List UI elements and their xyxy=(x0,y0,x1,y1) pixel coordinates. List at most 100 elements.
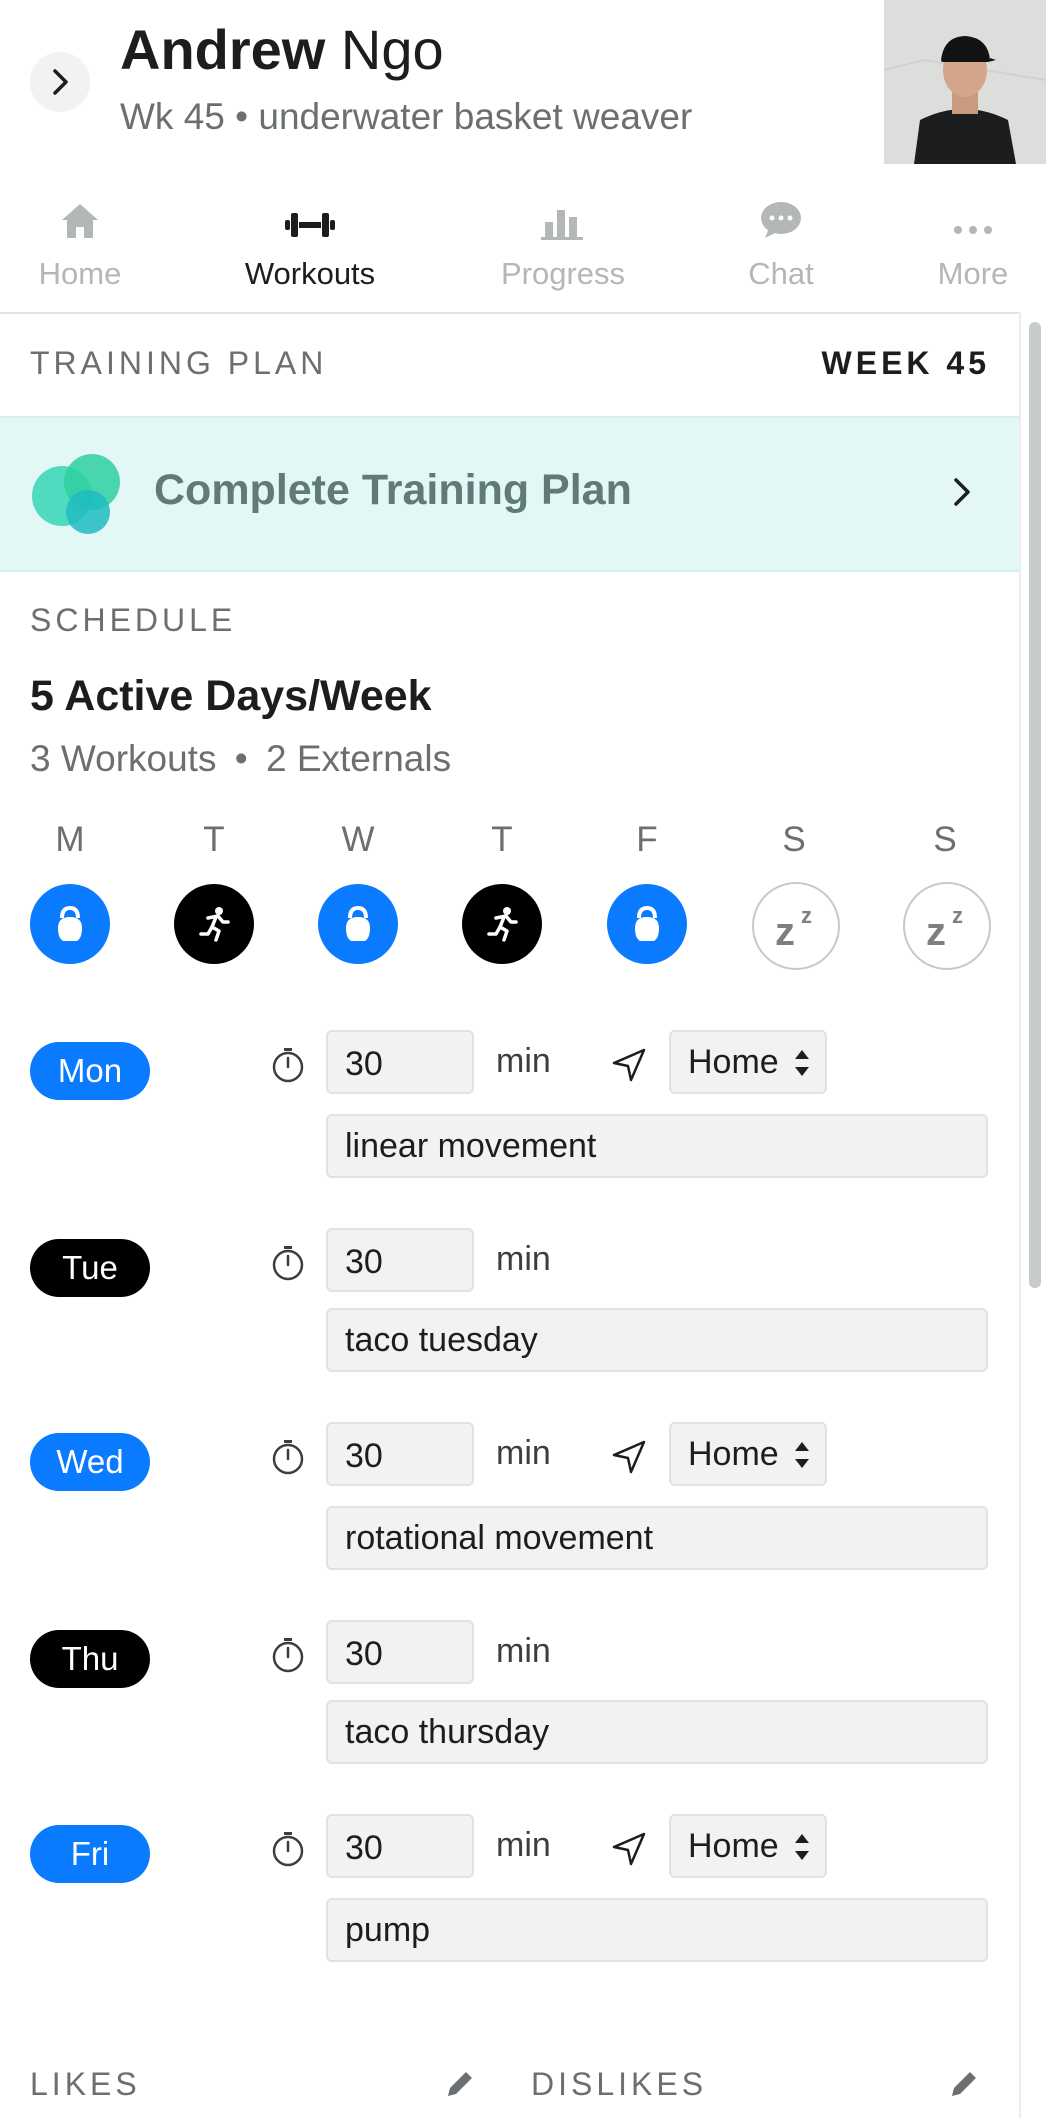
duration-input-fri[interactable]: 30 xyxy=(326,1814,474,1878)
chat-bubble-icon xyxy=(761,202,801,238)
select-arrows-icon xyxy=(795,1050,809,1076)
likes-heading: LIKES xyxy=(30,2066,141,2102)
tab-more[interactable]: More xyxy=(893,170,1046,312)
plan-banner-title: Complete Training Plan xyxy=(154,466,632,514)
day-letter-wed: W xyxy=(341,820,375,859)
workout-name-input-tue[interactable]: taco tuesday xyxy=(326,1308,988,1372)
duration-input-mon[interactable]: 30 xyxy=(326,1030,474,1094)
day-toggle-sat[interactable]: zz xyxy=(752,882,840,970)
externals-count: 2 Externals xyxy=(265,738,452,779)
stopwatch-icon xyxy=(272,1048,304,1083)
day-pill-fri[interactable]: Fri xyxy=(30,1825,150,1883)
schedule-summary: 3 Workouts • 2 Externals xyxy=(30,738,451,780)
stopwatch-icon xyxy=(272,1832,304,1867)
location-select-mon[interactable]: Home xyxy=(669,1030,827,1094)
duration-input-thu[interactable]: 30 xyxy=(326,1620,474,1684)
tab-workouts[interactable]: Workouts xyxy=(230,170,390,312)
stopwatch-icon xyxy=(272,1638,304,1673)
running-icon xyxy=(199,907,230,942)
client-header: Andrew Ngo Wk 45 • underwater basket wea… xyxy=(0,0,1046,165)
kettlebell-icon xyxy=(635,905,659,941)
day-letter-sun: S xyxy=(933,820,957,859)
plan-logo-icon xyxy=(32,454,120,534)
day-letter-mon: M xyxy=(55,820,85,859)
tab-chat[interactable]: Chat xyxy=(701,170,861,312)
duration-unit: min xyxy=(496,1826,551,1864)
active-days-title: 5 Active Days/Week xyxy=(30,672,432,720)
day-letter-thu: T xyxy=(491,820,513,859)
location-value: Home xyxy=(688,1043,779,1081)
training-plan-heading: TRAINING PLAN xyxy=(30,345,328,381)
svg-text:z: z xyxy=(801,903,812,928)
location-arrow-icon xyxy=(612,1440,646,1474)
tab-chat-label: Chat xyxy=(748,256,814,291)
tab-more-label: More xyxy=(937,256,1009,291)
bar-chart-icon xyxy=(541,210,583,240)
workouts-count: 3 Workouts xyxy=(30,738,217,779)
kettlebell-icon xyxy=(346,905,370,941)
day-letter-fri: F xyxy=(636,820,658,859)
avatar-photo xyxy=(884,0,1046,164)
week-label: WEEK 45 xyxy=(821,345,990,381)
duration-input-wed[interactable]: 30 xyxy=(326,1422,474,1486)
select-arrows-icon xyxy=(795,1834,809,1860)
day-pill-wed[interactable]: Wed xyxy=(30,1433,150,1491)
summary-separator: • xyxy=(234,738,248,779)
day-toggle-tue[interactable] xyxy=(174,884,254,964)
day-toggle-fri[interactable] xyxy=(607,884,687,964)
location-select-wed[interactable]: Home xyxy=(669,1422,827,1486)
client-name: Andrew Ngo xyxy=(120,14,444,86)
tab-progress[interactable]: Progress xyxy=(483,170,643,312)
workout-name-input-fri[interactable]: pump xyxy=(326,1898,988,1962)
chevron-right-icon xyxy=(954,478,970,506)
workout-name-input-wed[interactable]: rotational movement xyxy=(326,1506,988,1570)
kettlebell-icon xyxy=(58,905,82,941)
duration-unit: min xyxy=(496,1434,551,1472)
day-toggle-wed[interactable] xyxy=(318,884,398,964)
location-value: Home xyxy=(688,1435,779,1473)
client-subtitle: Wk 45 • underwater basket weaver xyxy=(120,96,693,137)
duration-input-tue[interactable]: 30 xyxy=(326,1228,474,1292)
location-value: Home xyxy=(688,1827,779,1865)
avatar[interactable] xyxy=(884,0,1046,164)
workout-name-input-mon[interactable]: linear movement xyxy=(326,1114,988,1178)
complete-training-plan-banner[interactable]: Complete Training Plan xyxy=(0,416,1019,572)
day-pill-mon[interactable]: Mon xyxy=(30,1042,150,1100)
first-name: Andrew xyxy=(120,18,326,81)
location-arrow-icon xyxy=(612,1048,646,1082)
schedule-heading: SCHEDULE xyxy=(30,602,237,638)
day-pill-thu[interactable]: Thu xyxy=(30,1630,150,1688)
stopwatch-icon xyxy=(272,1440,304,1475)
expand-button[interactable] xyxy=(30,52,90,112)
running-icon xyxy=(487,907,518,942)
dumbbell-icon xyxy=(285,213,335,237)
day-letter-tue: T xyxy=(203,820,225,859)
edit-dislikes-pencil-icon[interactable] xyxy=(946,2066,982,2102)
training-plan-header: TRAINING PLAN WEEK 45 xyxy=(30,345,990,382)
location-select-fri[interactable]: Home xyxy=(669,1814,827,1878)
day-pill-tue[interactable]: Tue xyxy=(30,1239,150,1297)
chevron-right-icon xyxy=(53,69,68,95)
day-toggle-sun[interactable]: zz xyxy=(903,882,991,970)
workout-name-input-thu[interactable]: taco thursday xyxy=(326,1700,988,1764)
tab-home[interactable]: Home xyxy=(0,170,160,312)
scrollbar[interactable] xyxy=(1019,312,1046,2118)
tab-workouts-label: Workouts xyxy=(244,256,376,291)
rest-zz-icon: zz xyxy=(926,903,963,949)
location-arrow-icon xyxy=(612,1832,646,1866)
rest-zz-icon: zz xyxy=(775,903,812,949)
more-dots-icon xyxy=(954,226,992,234)
edit-likes-pencil-icon[interactable] xyxy=(442,2066,478,2102)
svg-text:z: z xyxy=(775,910,795,949)
tab-progress-label: Progress xyxy=(500,256,626,291)
day-toggle-thu[interactable] xyxy=(462,884,542,964)
tab-home-label: Home xyxy=(38,256,122,291)
scrollbar-thumb[interactable] xyxy=(1029,322,1041,1288)
svg-text:z: z xyxy=(952,903,963,928)
day-toggle-mon[interactable] xyxy=(30,884,110,964)
dislikes-heading: DISLIKES xyxy=(531,2066,708,2102)
tab-bar: Home Workouts Progress Chat More xyxy=(0,170,1046,314)
duration-unit: min xyxy=(496,1042,551,1080)
duration-unit: min xyxy=(496,1240,551,1278)
stopwatch-icon xyxy=(272,1246,304,1281)
